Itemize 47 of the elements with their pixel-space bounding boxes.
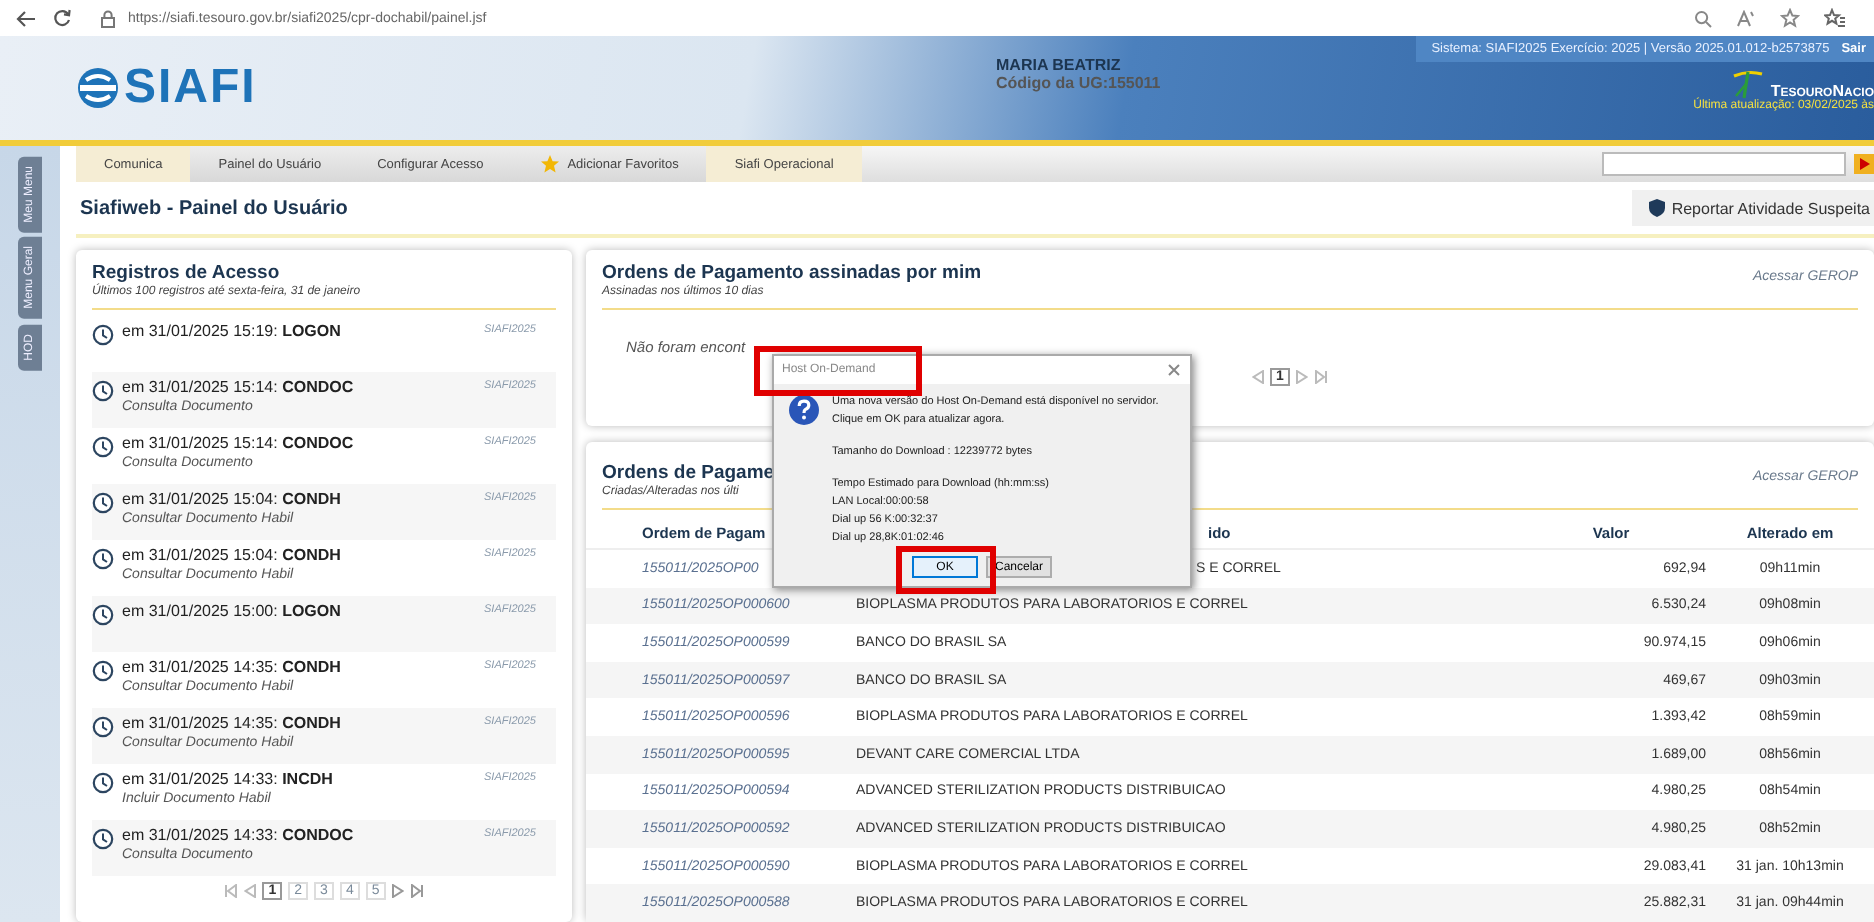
go-button[interactable] xyxy=(1854,154,1874,174)
log-entry: em 31/01/2025 15:14: CONDOC xyxy=(122,378,356,396)
first-page-icon[interactable] xyxy=(224,884,239,898)
clock-icon xyxy=(92,660,114,682)
clock-icon xyxy=(92,772,114,794)
log-entry: em 31/01/2025 15:04: CONDH xyxy=(122,490,343,508)
previous-page-icon[interactable] xyxy=(1252,370,1264,384)
card-title: Registros de Acesso xyxy=(92,262,282,284)
last-page-icon[interactable] xyxy=(1313,370,1328,384)
play-icon xyxy=(1859,158,1869,170)
logo-text: SIAFI xyxy=(124,60,257,116)
search-field[interactable] xyxy=(1602,152,1846,176)
unit-code: Código da UG:155011 xyxy=(996,74,1163,92)
brand-icon xyxy=(1730,68,1767,100)
clock-icon xyxy=(92,436,114,458)
zoom-icon[interactable] xyxy=(1694,9,1712,27)
report-button[interactable]: Reportar Atividade Suspeita xyxy=(1631,190,1874,226)
clock-icon xyxy=(92,324,114,346)
favorites-icon[interactable] xyxy=(1824,8,1846,28)
back-icon[interactable] xyxy=(16,9,36,27)
reload-icon[interactable] xyxy=(52,8,72,28)
log-entry: em 31/01/2025 14:33: CONDOC xyxy=(122,826,356,844)
log-entry: em 31/01/2025 15:04: CONDH xyxy=(122,546,343,564)
shield-icon xyxy=(1647,198,1666,218)
last-page-icon[interactable] xyxy=(409,884,424,898)
log-entry: em 31/01/2025 14:35: CONDH xyxy=(122,658,343,676)
next-page-icon[interactable] xyxy=(1295,370,1308,384)
next-page-icon[interactable] xyxy=(391,884,404,898)
read-aloud-icon[interactable] xyxy=(1736,9,1756,27)
brand-text: TesouroNacio xyxy=(1770,82,1874,100)
log-entry: em 31/01/2025 15:00: LOGON xyxy=(122,602,343,620)
lock-icon xyxy=(100,9,116,27)
log-entry: em 31/01/2025 15:14: CONDOC xyxy=(122,434,356,452)
close-icon[interactable] xyxy=(1168,364,1180,376)
log-entry: em 31/01/2025 14:35: CONDH xyxy=(122,714,343,732)
clock-icon xyxy=(92,548,114,570)
star-icon xyxy=(539,154,560,174)
star-icon[interactable] xyxy=(1780,8,1800,28)
question-icon xyxy=(788,394,820,426)
page-title: Siafiweb - Painel do Usuário xyxy=(80,197,348,219)
card-title: Ordens de Pagamento assinadas por mim xyxy=(602,262,982,284)
logo-icon xyxy=(76,66,120,110)
log-entry: em 31/01/2025 14:33: INCDH xyxy=(122,770,335,788)
log-entry: em 31/01/2025 15:19: LOGON xyxy=(122,322,343,340)
card-title: Ordens de Pagame xyxy=(602,462,775,485)
previous-page-icon[interactable] xyxy=(244,884,257,898)
user-name: MARIA BEATRIZ xyxy=(996,56,1123,74)
